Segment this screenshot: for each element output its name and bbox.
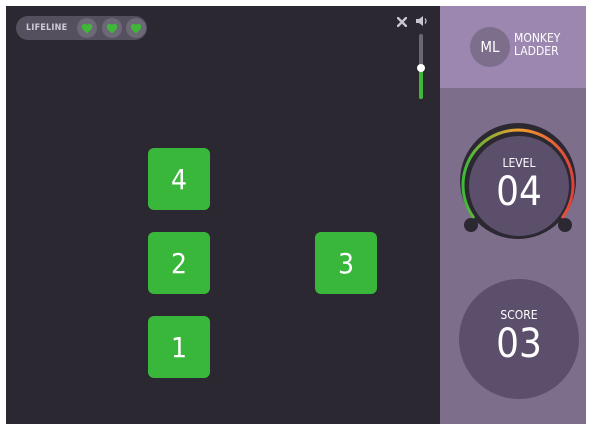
number-tile[interactable]: 1 bbox=[148, 316, 210, 378]
lifeline-bar: LIFELINE bbox=[16, 16, 147, 40]
lifeline-label: LIFELINE bbox=[26, 23, 68, 33]
level-display: LEVEL 04 bbox=[469, 136, 569, 236]
brand-name: MONKEY LADDER bbox=[514, 31, 561, 58]
brand-badge: ML bbox=[470, 27, 510, 67]
gauge-cap bbox=[464, 218, 478, 232]
gauge-cap bbox=[558, 218, 572, 232]
score-label: SCORE bbox=[500, 308, 538, 322]
level-label: LEVEL bbox=[502, 156, 536, 170]
life-slot bbox=[102, 18, 122, 38]
close-button[interactable] bbox=[395, 15, 409, 29]
life-slot bbox=[126, 18, 146, 38]
speaker-icon[interactable] bbox=[415, 15, 429, 27]
volume-slider[interactable] bbox=[417, 34, 425, 99]
volume-knob[interactable] bbox=[417, 64, 425, 72]
number-tile[interactable]: 4 bbox=[148, 148, 210, 210]
number-tile[interactable]: 3 bbox=[315, 232, 377, 294]
level-value: 04 bbox=[496, 169, 542, 215]
side-panel: ML MONKEY LADDER LEVEL 04 SCORE 03 bbox=[440, 6, 586, 424]
heart-icon bbox=[81, 23, 93, 33]
heart-icon bbox=[106, 23, 118, 33]
volume-fill bbox=[419, 68, 423, 99]
brand-header: ML MONKEY LADDER bbox=[440, 6, 586, 88]
number-tile[interactable]: 2 bbox=[148, 232, 210, 294]
score-display: SCORE 03 bbox=[459, 279, 579, 399]
game-board: LIFELINE 4 2 3 1 bbox=[6, 6, 440, 424]
score-value: 03 bbox=[496, 321, 542, 367]
life-slot bbox=[77, 18, 97, 38]
heart-icon bbox=[130, 23, 142, 33]
close-icon bbox=[397, 17, 407, 27]
